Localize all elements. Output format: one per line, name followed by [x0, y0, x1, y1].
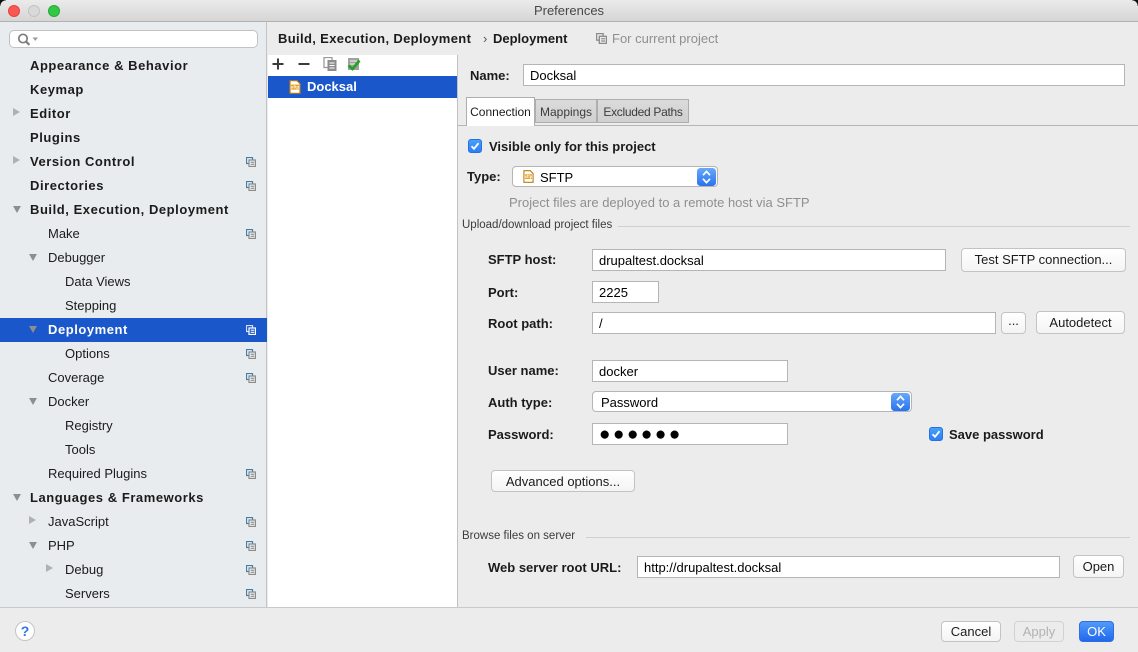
svg-text:sftp: sftp: [525, 174, 533, 179]
svg-text:sftp: sftp: [291, 85, 299, 90]
